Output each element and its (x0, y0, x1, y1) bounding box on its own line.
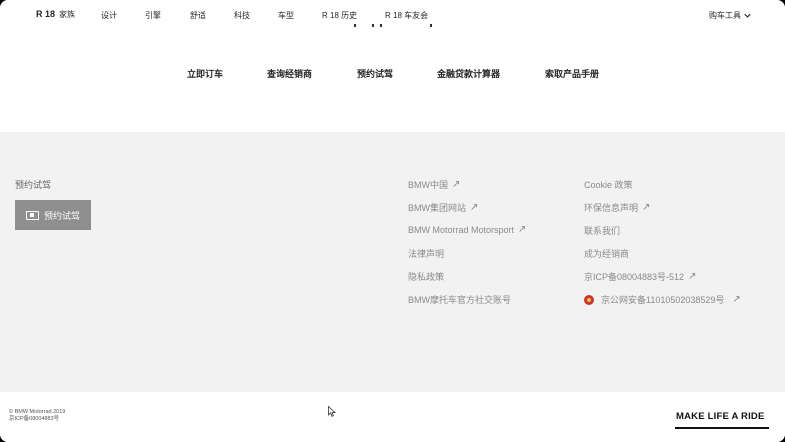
page: R 18 家族 设计 引擎 舒适 科技 车型 R 18 历史 R 18 车友会 … (0, 0, 785, 442)
nav-item-history[interactable]: R 18 历史 (322, 10, 357, 21)
chevron-down-icon (744, 13, 751, 18)
footer-link-privacy[interactable]: 隐私政策 (408, 270, 444, 283)
footer-link-environment[interactable]: 环保信息声明 ↗ (584, 201, 650, 214)
action-links: 立即订车 查询经销商 预约试驾 金融贷款计算器 索取产品手册 (0, 67, 785, 81)
top-nav: R 18 家族 设计 引擎 舒适 科技 车型 R 18 历史 R 18 车友会 … (0, 0, 785, 30)
link-label: BMW集团网站 (408, 203, 466, 213)
mouse-cursor-icon (328, 406, 336, 417)
footer-link-contact[interactable]: 联系我们 (584, 224, 620, 237)
icp-text[interactable]: 京ICP备08004883号 (9, 416, 65, 423)
arrow-up-right-icon: ↗ (642, 202, 651, 213)
nav-item-club[interactable]: R 18 车友会 (385, 10, 428, 21)
arrow-up-right-icon: ↗ (688, 271, 697, 282)
order-now-link[interactable]: 立即订车 (187, 67, 223, 80)
footer-link-legal[interactable]: 法律声明 (408, 247, 444, 260)
link-label: 成为经销商 (584, 249, 630, 259)
link-label: BMW中国 (408, 180, 448, 190)
nav-item-engine[interactable]: 引擎 (145, 10, 161, 21)
footer-link-icp[interactable]: 京ICP备08004883号-512 ↗ (584, 270, 696, 283)
arrow-up-right-icon: ↗ (470, 202, 479, 213)
find-dealer-link[interactable]: 查询经销商 (267, 67, 312, 80)
nav-item-comfort[interactable]: 舒适 (190, 10, 206, 21)
link-label: 京ICP备08004883号-512 (584, 272, 685, 282)
copyright-block: © BMW Motorrad 2019 京ICP备08004883号 (9, 409, 65, 423)
nav-item-models[interactable]: 车型 (278, 10, 294, 21)
slogan-underline (675, 427, 769, 429)
purchase-tools-label: 购车工具 (709, 11, 741, 20)
book-test-ride-link[interactable]: 预约试驾 (357, 67, 393, 80)
link-label: Cookie 政策 (584, 180, 633, 190)
footer-link-bmw-group[interactable]: BMW集团网站 ↗ (408, 201, 478, 214)
link-label: BMW摩托车官方社交账号 (408, 295, 511, 305)
copyright-text: © BMW Motorrad 2019 (9, 409, 66, 415)
link-label: 联系我们 (584, 226, 621, 236)
police-badge-icon (584, 294, 594, 305)
scrolled-content-fragment (352, 24, 434, 28)
test-ride-button-label: 预约试驾 (43, 210, 80, 221)
link-label: 隐私政策 (408, 272, 445, 282)
link-label: 环保信息声明 (584, 203, 639, 213)
footer-link-become-dealer[interactable]: 成为经销商 (584, 247, 629, 260)
footer-link-cookie[interactable]: Cookie 政策 (584, 178, 633, 191)
nav-item-tech[interactable]: 科技 (234, 10, 250, 21)
bottom-bar: © BMW Motorrad 2019 京ICP备08004883号 MAKE … (0, 392, 785, 442)
footer: 预约试驾 预约试驾 BMW中国 ↗ BMW集团网站 ↗ BMW Motorrad M… (0, 132, 785, 392)
brand-model: R 18 (36, 9, 56, 19)
finance-calculator-link[interactable]: 金融贷款计算器 (437, 67, 500, 80)
brand-family: 家族 (59, 10, 76, 19)
slogan: MAKE LIFE A RIDE (676, 411, 765, 422)
footer-link-social[interactable]: BMW摩托车官方社交账号 (408, 293, 511, 306)
motorbike-wheel-icon (25, 210, 39, 220)
link-label: 法律声明 (408, 249, 445, 259)
footer-link-police-record[interactable]: 京公网安备11010502038529号 ↗ (584, 293, 741, 306)
request-brochure-link[interactable]: 索取产品手册 (545, 67, 599, 80)
arrow-up-right-icon: ↗ (518, 224, 527, 235)
test-ride-button[interactable]: 预约试驾 (15, 200, 91, 230)
brand[interactable]: R 18 家族 (36, 9, 75, 20)
footer-link-motorsport[interactable]: BMW Motorrad Motorsport ↗ (408, 224, 526, 235)
arrow-up-right-icon: ↗ (452, 179, 461, 190)
link-label: BMW Motorrad Motorsport (408, 224, 515, 235)
footer-link-bmw-china[interactable]: BMW中国 ↗ (408, 178, 460, 191)
test-ride-heading: 预约试驾 (15, 180, 52, 190)
nav-item-design[interactable]: 设计 (101, 10, 117, 21)
purchase-tools-menu[interactable]: 购车工具 (709, 10, 751, 21)
arrow-up-right-icon: ↗ (732, 294, 741, 305)
link-label: 京公网安备11010502038529号 (601, 295, 725, 305)
